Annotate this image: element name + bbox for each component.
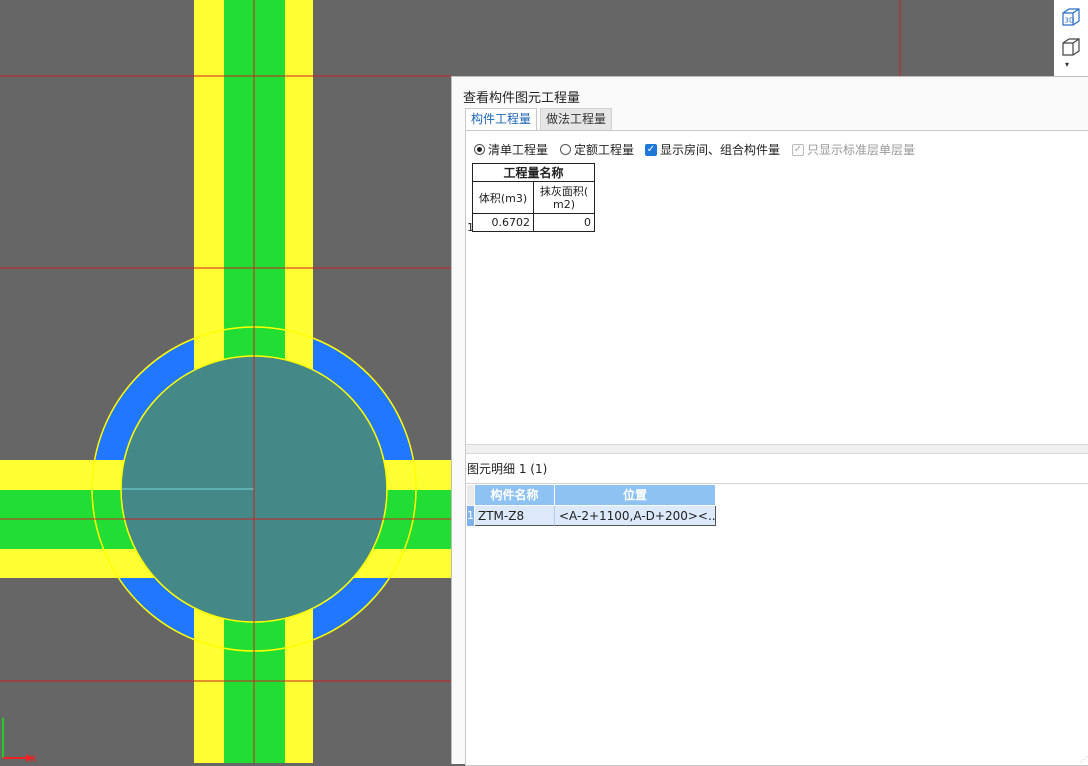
view-toolbar: 3D ▾ [1054, 0, 1088, 76]
column-header-position[interactable]: 位置 [555, 485, 716, 505]
component-quantity-dialog: 查看构件图元工程量 构件工程量 做法工程量 清单工程量 定额工程量 ✓ 显示房间… [451, 76, 1088, 766]
detail-row-index[interactable]: 1 [467, 506, 474, 526]
axis-x-label: X [30, 754, 37, 763]
quantity-group-header: 工程量名称 [472, 163, 595, 182]
dialog-title: 查看构件图元工程量 [463, 91, 581, 106]
radio-unselected-icon[interactable] [560, 144, 571, 155]
cell-plaster-area[interactable]: 0 [533, 213, 595, 232]
tab-component-quantity[interactable]: 构件工程量 [465, 108, 538, 131]
cell-volume[interactable]: 0.6702 [472, 213, 534, 232]
column-header-plaster-area: 抹灰面积( m2) [533, 181, 595, 214]
checkbox-disabled-icon: ✓ [792, 143, 804, 156]
resize-grip-icon[interactable]: ⋰ [1080, 755, 1088, 764]
view-dropdown-icon[interactable]: ▾ [1065, 60, 1069, 69]
tab-content: 清单工程量 定额工程量 ✓ 显示房间、组合构件量 ✓ 只显示标准层单层量 1 工… [465, 130, 1088, 766]
svg-text:3D: 3D [1065, 17, 1075, 25]
cell-position[interactable]: <A-2+1100,A-D+200><... [555, 506, 716, 526]
detail-title: 图元明细 1 (1) [467, 462, 548, 476]
cube-view-icon[interactable] [1060, 36, 1082, 58]
radio-list-quantity[interactable]: 清单工程量 [474, 141, 548, 158]
cell-component-name[interactable]: ZTM-Z8 [475, 506, 555, 526]
checkbox-show-rooms[interactable]: ✓ 显示房间、组合构件量 [645, 141, 780, 158]
3d-view-icon[interactable]: 3D [1060, 6, 1082, 28]
radio-quota-quantity[interactable]: 定额工程量 [560, 141, 634, 158]
panel-splitter[interactable] [466, 444, 1088, 454]
column-header-name[interactable]: 构件名称 [475, 485, 555, 505]
checkbox-checked-icon[interactable]: ✓ [645, 143, 657, 156]
detail-divider [466, 483, 1088, 484]
tab-method-quantity[interactable]: 做法工程量 [540, 108, 613, 130]
grid-corner [467, 485, 474, 505]
quantity-table: 工程量名称 体积(m3) 抹灰面积( m2) 0.6702 0 [472, 163, 595, 232]
checkbox-std-floor-only: ✓ 只显示标准层单层量 [792, 143, 916, 157]
column-header-volume: 体积(m3) [472, 181, 534, 214]
radio-selected-icon[interactable] [474, 144, 485, 155]
